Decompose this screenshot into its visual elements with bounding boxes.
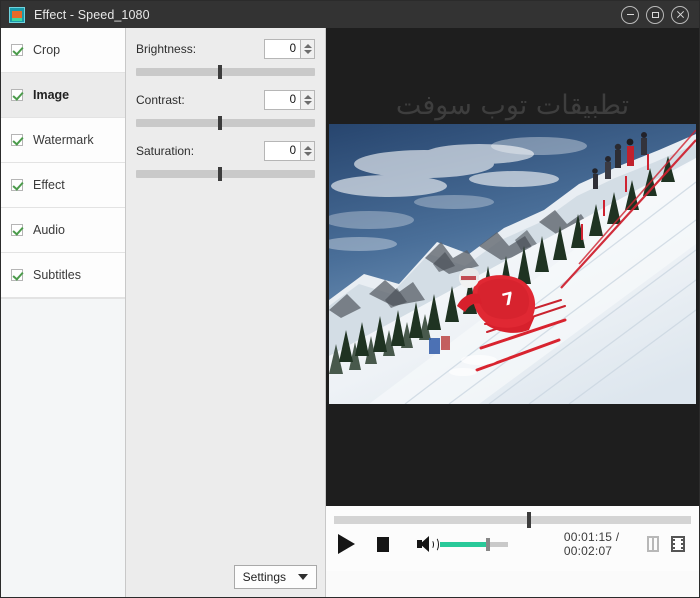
window-title: Effect - Speed_1080 <box>34 8 150 22</box>
playback-controls: 00:01:15 / 00:02:07 <box>326 506 699 571</box>
sidebar-item-watermark[interactable]: Watermark <box>1 118 125 163</box>
close-icon[interactable] <box>671 6 689 24</box>
contrast-slider[interactable] <box>136 119 315 127</box>
effect-dialog-window: Effect - Speed_1080 Crop Image Watermark <box>0 0 700 598</box>
maximize-icon[interactable] <box>646 6 664 24</box>
saturation-stepper[interactable] <box>264 141 315 161</box>
window-controls <box>621 6 693 24</box>
sidebar-item-label: Crop <box>33 43 60 57</box>
watermark-text: تطبيقات توب سوفت <box>326 90 699 121</box>
brightness-input[interactable] <box>264 39 300 59</box>
skier-video-still: 7 <box>329 124 696 404</box>
saturation-input[interactable] <box>264 141 300 161</box>
checkbox-icon[interactable] <box>11 179 23 191</box>
sidebar-item-crop[interactable]: Crop <box>1 28 125 73</box>
brightness-control: Brightness: <box>136 38 315 76</box>
contrast-input[interactable] <box>264 90 300 110</box>
volume-icon[interactable] <box>417 535 434 553</box>
title-bar: Effect - Speed_1080 <box>1 1 699 28</box>
saturation-label: Saturation: <box>136 144 264 158</box>
chevron-down-icon[interactable] <box>298 574 308 580</box>
contrast-spin-buttons[interactable] <box>300 90 315 110</box>
contrast-label: Contrast: <box>136 93 264 107</box>
sidebar-empty-space <box>1 298 125 598</box>
sidebar-item-label: Effect <box>33 178 65 192</box>
checkbox-icon[interactable] <box>11 224 23 236</box>
chevron-up-icon[interactable] <box>304 146 312 150</box>
checkbox-icon[interactable] <box>11 44 23 56</box>
film-strip-icon[interactable] <box>671 536 685 552</box>
saturation-slider[interactable] <box>136 170 315 178</box>
play-icon[interactable] <box>338 534 355 554</box>
settings-area: Settings <box>234 565 317 589</box>
slider-knob[interactable] <box>218 65 222 79</box>
chevron-down-icon[interactable] <box>304 101 312 105</box>
settings-label: Settings <box>243 570 286 584</box>
video-preview[interactable]: تطبيقات توب سوفت <box>326 28 699 506</box>
seek-knob[interactable] <box>527 512 531 528</box>
dialog-body: Crop Image Watermark Effect Audio Subtit… <box>1 28 699 598</box>
slider-knob[interactable] <box>218 167 222 181</box>
chevron-up-icon[interactable] <box>304 95 312 99</box>
saturation-control: Saturation: <box>136 140 315 178</box>
sidebar-item-image[interactable]: Image <box>1 73 125 118</box>
chevron-down-icon[interactable] <box>304 50 312 54</box>
preview-tools <box>647 536 691 552</box>
time-display: 00:01:15 / 00:02:07 <box>564 530 647 558</box>
sidebar-item-label: Watermark <box>33 133 94 147</box>
contrast-control: Contrast: <box>136 89 315 127</box>
sidebar-item-effect[interactable]: Effect <box>1 163 125 208</box>
checkbox-icon[interactable] <box>11 89 23 101</box>
app-logo-icon <box>9 7 25 23</box>
volume-knob[interactable] <box>486 538 490 551</box>
saturation-spin-buttons[interactable] <box>300 141 315 161</box>
transport-bar: 00:01:15 / 00:02:07 <box>334 524 691 564</box>
volume-slider[interactable] <box>440 542 508 547</box>
sidebar-item-label: Audio <box>33 223 65 237</box>
brightness-slider[interactable] <box>136 68 315 76</box>
slider-knob[interactable] <box>218 116 222 130</box>
sidebar: Crop Image Watermark Effect Audio Subtit… <box>1 28 126 598</box>
preview-pane: تطبيقات توب سوفت <box>326 28 699 598</box>
brightness-spin-buttons[interactable] <box>300 39 315 59</box>
checkbox-icon[interactable] <box>11 269 23 281</box>
sidebar-item-label: Image <box>33 88 69 102</box>
sidebar-item-label: Subtitles <box>33 268 81 282</box>
chevron-up-icon[interactable] <box>304 44 312 48</box>
adjustment-controls: Brightness: <box>126 28 325 191</box>
stop-icon[interactable] <box>377 537 389 552</box>
sidebar-item-audio[interactable]: Audio <box>1 208 125 253</box>
video-frame: 7 <box>329 124 696 404</box>
sidebar-item-subtitles[interactable]: Subtitles <box>1 253 125 298</box>
contrast-stepper[interactable] <box>264 90 315 110</box>
adjustment-panel: Brightness: <box>126 28 326 598</box>
snapshot-icon[interactable] <box>647 536 659 552</box>
minimize-icon[interactable] <box>621 6 639 24</box>
chevron-down-icon[interactable] <box>304 152 312 156</box>
brightness-label: Brightness: <box>136 42 264 56</box>
brightness-stepper[interactable] <box>264 39 315 59</box>
seek-bar[interactable] <box>334 516 691 524</box>
checkbox-icon[interactable] <box>11 134 23 146</box>
settings-button[interactable]: Settings <box>234 565 317 589</box>
